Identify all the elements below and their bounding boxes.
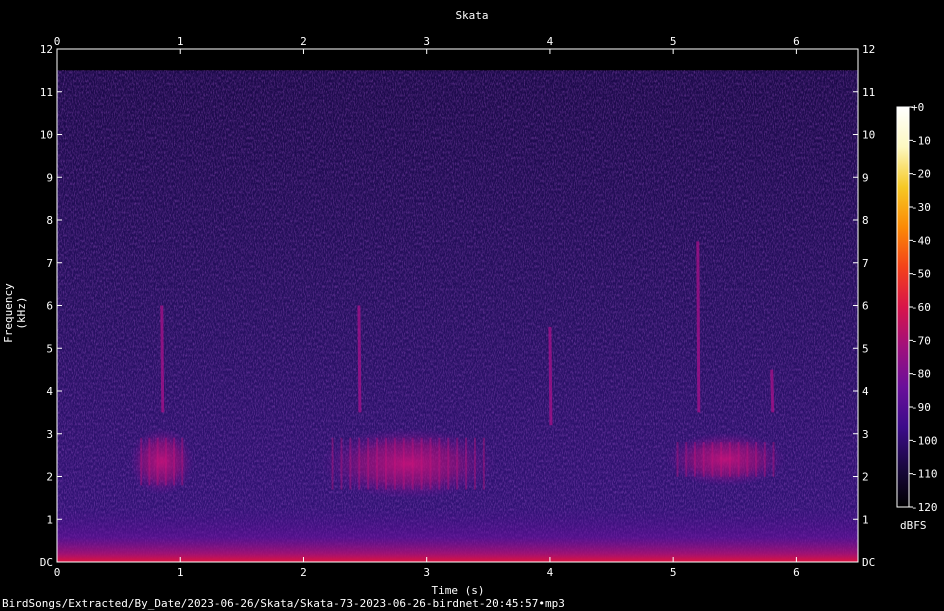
y-tick-label-right: 1 bbox=[862, 513, 869, 526]
y-tick-label-right: 5 bbox=[862, 342, 869, 355]
x-tick-label-top: 4 bbox=[547, 35, 554, 48]
colorbar-tick-label: -10 bbox=[911, 134, 931, 147]
colorbar-tick-label: -90 bbox=[911, 401, 931, 414]
colorbar-tick-label: -70 bbox=[911, 334, 931, 347]
x-tick-label: 6 bbox=[793, 566, 800, 579]
call-blob bbox=[129, 427, 195, 496]
colorbar-tick-label: -50 bbox=[911, 268, 931, 281]
colorbar-gradient bbox=[896, 106, 910, 508]
colorbar-tick-label: -120 bbox=[911, 501, 938, 514]
y-tick-label-right: 10 bbox=[862, 129, 875, 142]
x-tick-label-top: 0 bbox=[54, 35, 61, 48]
y-tick-label: 1 bbox=[46, 513, 53, 526]
frequency-sweep bbox=[357, 305, 362, 413]
y-tick-label: 11 bbox=[40, 86, 53, 99]
colorbar-tick-label: -30 bbox=[911, 201, 931, 214]
colorbar-tick-label: +0 bbox=[911, 101, 924, 114]
y-tick-label: 7 bbox=[46, 257, 53, 270]
y-tick-label-right: 3 bbox=[862, 428, 869, 441]
colorbar-tick-label: -80 bbox=[911, 368, 931, 381]
x-tick-label: 4 bbox=[547, 566, 554, 579]
x-tick-label-top: 5 bbox=[670, 35, 677, 48]
y-tick-label-right: 11 bbox=[862, 86, 875, 99]
y-tick-label-right: 4 bbox=[862, 385, 869, 398]
frequency-sweep bbox=[696, 241, 701, 413]
y-tick-label: DC bbox=[40, 556, 53, 569]
file-path-text: BirdSongs/Extracted/By_Date/2023-06-26/S… bbox=[2, 597, 565, 610]
y-tick-label: 12 bbox=[40, 43, 53, 56]
colorbar-tick-label: -110 bbox=[911, 468, 938, 481]
y-tick-label-right: 8 bbox=[862, 214, 869, 227]
y-axis-label: Frequency (kHz) bbox=[2, 283, 28, 343]
x-tick-label: 0 bbox=[54, 566, 61, 579]
call-blob bbox=[665, 432, 786, 487]
frequency-sweep bbox=[770, 369, 775, 413]
y-tick-label: 2 bbox=[46, 471, 53, 484]
x-tick-label: 5 bbox=[670, 566, 677, 579]
colorbar-tick-label: -20 bbox=[911, 168, 931, 181]
x-tick-label-top: 3 bbox=[423, 35, 430, 48]
y-tick-label-right: 2 bbox=[862, 471, 869, 484]
x-tick-label-top: 1 bbox=[177, 35, 184, 48]
y-tick-label: 8 bbox=[46, 214, 53, 227]
spectrogram-chart: 00112233445566DC DC1 12 23 34 45 56 67 78 89 910 10… bbox=[40, 35, 938, 579]
y-tick-label: 3 bbox=[46, 428, 53, 441]
x-tick-label-top: 2 bbox=[300, 35, 307, 48]
y-tick-label-right: 9 bbox=[862, 171, 869, 184]
x-tick-label-top: 6 bbox=[793, 35, 800, 48]
y-tick-label: 6 bbox=[46, 300, 53, 313]
low-frequency-band bbox=[57, 506, 858, 562]
x-tick-label: 2 bbox=[300, 566, 307, 579]
colorbar-unit-label: dBFS bbox=[900, 519, 927, 532]
colorbar-tick-label: -60 bbox=[911, 301, 931, 314]
y-tick-label-right: 12 bbox=[862, 43, 875, 56]
plot-area bbox=[57, 70, 858, 562]
frequency-sweep bbox=[548, 326, 553, 426]
y-tick-label: 4 bbox=[46, 385, 53, 398]
y-tick-label-right: 6 bbox=[862, 300, 869, 313]
y-tick-label: 9 bbox=[46, 171, 53, 184]
y-tick-label: 5 bbox=[46, 342, 53, 355]
call-blob bbox=[320, 427, 497, 500]
frequency-sweep bbox=[160, 305, 165, 413]
x-tick-label: 1 bbox=[177, 566, 184, 579]
y-tick-label-right: DC bbox=[862, 556, 875, 569]
y-tick-label: 10 bbox=[40, 129, 53, 142]
x-tick-label: 3 bbox=[423, 566, 430, 579]
colorbar: +0 -10 -20 -30 -40 -50 -60 -70 -80 -90 -100 -110 -12… bbox=[896, 101, 938, 514]
colorbar-tick-label: -100 bbox=[911, 434, 938, 447]
colorbar-tick-label: -40 bbox=[911, 234, 931, 247]
x-axis-label: Time (s) bbox=[431, 584, 485, 597]
chart-title: Skata bbox=[455, 9, 489, 22]
y-tick-label-right: 7 bbox=[862, 257, 869, 270]
